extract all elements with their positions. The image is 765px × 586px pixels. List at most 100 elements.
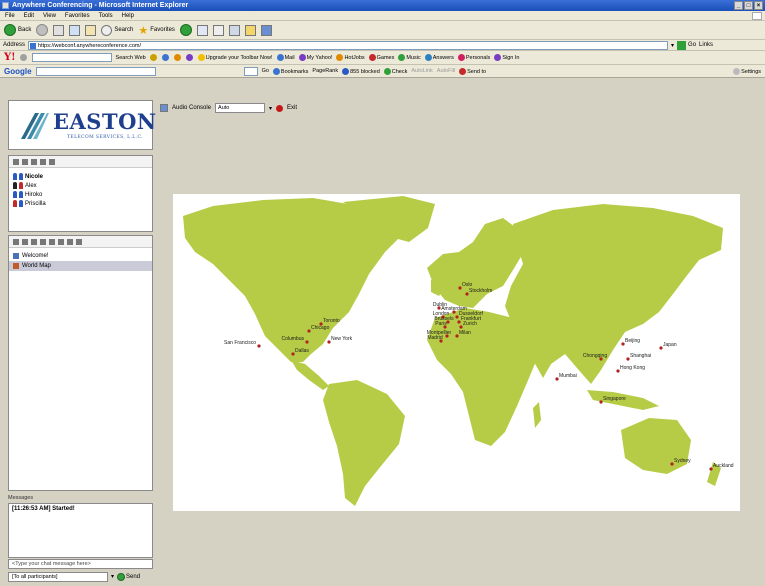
city-label: Sydney: [674, 458, 691, 464]
city-label: Stockholm: [469, 288, 492, 294]
address-dropdown-icon[interactable]: ▾: [671, 42, 674, 49]
yahoo-search-web[interactable]: Search Web: [116, 55, 146, 61]
content-up-icon[interactable]: [67, 238, 73, 245]
audio-dropdown-icon[interactable]: ▾: [269, 105, 272, 112]
city-label: Mumbai: [559, 373, 577, 379]
content-new-icon[interactable]: [13, 238, 19, 245]
yahoo-item-hotjobs[interactable]: HotJobs: [336, 54, 365, 61]
menu-tools[interactable]: Tools: [99, 11, 113, 20]
window-title: Anywhere Conferencing - Microsoft Intern…: [12, 2, 189, 9]
message-line: [11:26:53 AM] Started!: [12, 506, 75, 512]
yahoo-item-upgrade[interactable]: Upgrade your Toolbar Now!: [197, 54, 273, 61]
menu-file[interactable]: File: [5, 11, 15, 20]
content-open-icon[interactable]: [22, 238, 28, 245]
google-popup-blocker[interactable]: 855 blocked: [342, 67, 380, 75]
menu-view[interactable]: View: [43, 11, 56, 20]
search-button[interactable]: Search: [101, 24, 133, 36]
content-delete-icon[interactable]: [58, 238, 64, 245]
google-search-input[interactable]: [35, 66, 156, 76]
send-button[interactable]: Send: [117, 572, 140, 581]
go-button[interactable]: Go: [677, 40, 696, 50]
audio-mode-select[interactable]: Auto: [215, 103, 266, 113]
google-bookmarks[interactable]: Bookmarks: [272, 67, 308, 75]
content-item-world-map[interactable]: World Map: [9, 261, 152, 271]
google-settings[interactable]: Settings: [733, 67, 761, 75]
print-icon[interactable]: [212, 24, 224, 36]
recipient-dropdown-icon[interactable]: ▾: [111, 573, 114, 580]
recipient-select[interactable]: [To all participants]: [8, 571, 108, 582]
google-pagerank[interactable]: PageRank: [312, 68, 338, 74]
content-item-label: Welcome!: [22, 253, 49, 259]
google-autofill[interactable]: AutoFill: [437, 68, 455, 74]
edit-icon[interactable]: [228, 24, 240, 36]
menu-help[interactable]: Help: [122, 11, 134, 20]
address-input[interactable]: https://webconf.anywhereconference.com/: [28, 40, 669, 50]
folder-icon[interactable]: [244, 24, 256, 36]
content-list-panel: Welcome! World Map: [8, 235, 153, 491]
participant-view-icon[interactable]: [13, 158, 19, 165]
favorites-button[interactable]: ★ Favorites: [138, 24, 175, 37]
participant-item[interactable]: Hiroko: [9, 190, 152, 199]
content-save-icon[interactable]: [31, 238, 37, 245]
content-print-icon[interactable]: [40, 238, 46, 245]
menu-bar: File Edit View Favorites Tools Help: [0, 11, 765, 21]
yahoo-antispy-icon[interactable]: [185, 54, 193, 61]
yahoo-item-mail[interactable]: Mail: [276, 54, 295, 61]
participant-remove-icon[interactable]: [49, 158, 55, 165]
links-label[interactable]: Links: [699, 42, 713, 48]
city-label: Columbus: [281, 336, 304, 342]
participant-mute-icon[interactable]: [31, 158, 37, 165]
yahoo-news-icon[interactable]: [161, 54, 169, 61]
yahoo-item-music[interactable]: Music: [398, 54, 421, 61]
windows-logo-icon: [752, 12, 762, 20]
yahoo-item-sign-in[interactable]: Sign In: [494, 54, 519, 61]
go-arrow-icon: [677, 40, 687, 50]
yahoo-highlight-icon[interactable]: [149, 54, 157, 61]
google-check[interactable]: Check: [383, 67, 407, 75]
menu-favorites[interactable]: Favorites: [65, 11, 90, 20]
close-button[interactable]: ×: [754, 1, 763, 10]
yahoo-item-answers[interactable]: Answers: [424, 54, 454, 61]
stop-icon[interactable]: [53, 24, 65, 36]
audio-console-button[interactable]: Audio Console: [172, 105, 211, 111]
continents: [183, 196, 723, 506]
google-send-to[interactable]: Send to: [459, 67, 486, 75]
content-filter-icon[interactable]: [49, 238, 55, 245]
yahoo-item-games[interactable]: Games: [368, 54, 394, 61]
participant-list-icon[interactable]: [22, 158, 28, 165]
home-icon[interactable]: [85, 24, 97, 36]
menu-edit[interactable]: Edit: [24, 11, 34, 20]
yahoo-item-my-yahoo[interactable]: My Yahoo!: [298, 54, 332, 61]
yahoo-pencil-icon[interactable]: [19, 54, 27, 61]
messenger-icon[interactable]: [260, 24, 272, 36]
person-icon: [19, 200, 23, 207]
participant-item[interactable]: Alex: [9, 181, 152, 190]
google-go-button[interactable]: Go: [262, 68, 269, 74]
minimize-button[interactable]: _: [734, 1, 743, 10]
participant-item[interactable]: Priscilla: [9, 199, 152, 208]
presentation-area: San Francisco Toronto Chicago Columbus New Y…: [157, 116, 760, 582]
yahoo-item-personals[interactable]: Personals: [457, 54, 490, 61]
refresh-icon[interactable]: [69, 24, 81, 36]
city-label: Madrid: [427, 335, 443, 341]
chat-input[interactable]: <Type your chat message here>: [8, 559, 153, 569]
google-logo[interactable]: Google: [4, 67, 32, 76]
participant-item[interactable]: Nicole: [9, 172, 152, 181]
yahoo-search-input[interactable]: [31, 53, 112, 62]
exit-button[interactable]: Exit: [287, 105, 297, 111]
yahoo-logo[interactable]: Y!: [4, 52, 16, 63]
content-item-welcome[interactable]: Welcome!: [9, 251, 152, 261]
google-autolink[interactable]: AutoLink: [411, 68, 432, 74]
back-button[interactable]: Back: [4, 24, 31, 36]
google-search-dropdown[interactable]: [243, 66, 258, 76]
city-label: Zurich: [463, 321, 477, 327]
mail-icon[interactable]: [196, 24, 208, 36]
yahoo-star-icon[interactable]: [173, 54, 181, 61]
person-icon: [13, 182, 17, 189]
participant-hand-icon[interactable]: [40, 158, 46, 165]
history-icon[interactable]: [179, 24, 192, 36]
forward-button[interactable]: [36, 24, 49, 36]
maximize-button[interactable]: □: [744, 1, 753, 10]
content-down-icon[interactable]: [76, 238, 82, 245]
asia: [505, 204, 723, 384]
